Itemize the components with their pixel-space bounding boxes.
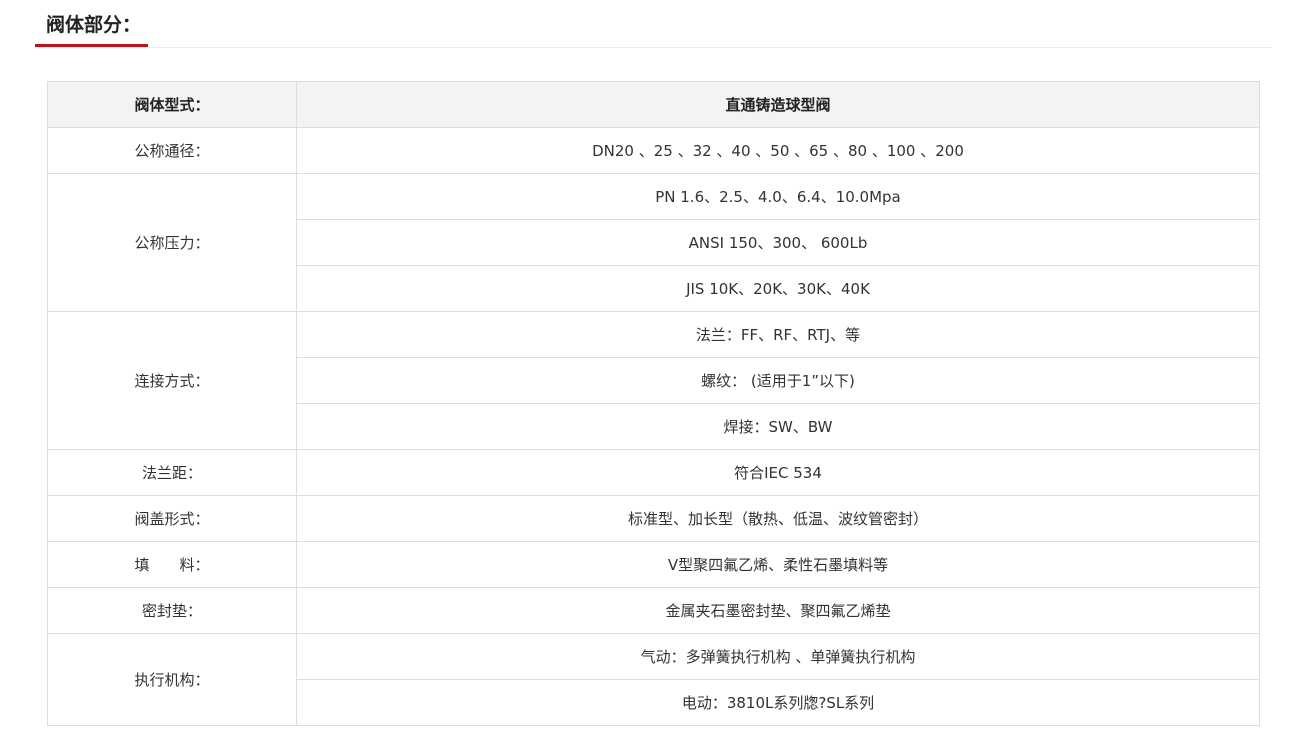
header-value-cell: 直通铸造球型阀 <box>296 81 1260 128</box>
row-value: 符合IEC 534 <box>296 449 1260 496</box>
row-value: 螺纹： (适用于1”以下) <box>296 357 1260 404</box>
row-value: DN20 、25 、32 、40 、50 、65 、80 、100 、200 <box>296 127 1260 174</box>
table-row: 密封垫： 金属夹石墨密封垫、聚四氟乙烯垫 <box>47 587 1260 634</box>
row-value: JIS 10K、20K、30K、40K <box>296 265 1260 312</box>
row-label-nominal-diameter: 公称通径： <box>47 127 297 174</box>
table-row: 法兰距： 符合IEC 534 <box>47 449 1260 496</box>
row-value: PN 1.6、2.5、4.0、6.4、10.0Mpa <box>296 173 1260 220</box>
row-value: 标准型、加长型（散热、低温、波纹管密封） <box>296 495 1260 542</box>
row-value: 法兰：FF、RF、RTJ、等 <box>296 311 1260 358</box>
row-value: 金属夹石墨密封垫、聚四氟乙烯垫 <box>296 587 1260 634</box>
row-label-connection-type: 连接方式： <box>47 311 297 450</box>
row-label-flange-distance: 法兰距： <box>47 449 297 496</box>
table-row: 阀盖形式： 标准型、加长型（散热、低温、波纹管密封） <box>47 495 1260 542</box>
row-value: V型聚四氟乙烯、柔性石墨填料等 <box>296 541 1260 588</box>
header-label-cell: 阀体型式： <box>47 81 297 128</box>
table-header-row: 阀体型式： 直通铸造球型阀 <box>47 81 1260 128</box>
row-label-packing: 填 料： <box>47 541 297 588</box>
table-row: 公称压力： PN 1.6、2.5、4.0、6.4、10.0Mpa <box>47 173 1260 312</box>
row-label-gasket: 密封垫： <box>47 587 297 634</box>
table-row: 执行机构： 气动：多弹簧执行机构 、单弹簧执行机构 <box>47 633 1260 726</box>
row-label-bonnet-type: 阀盖形式： <box>47 495 297 542</box>
table-row: 连接方式： 法兰：FF、RF、RTJ、等 <box>47 311 1260 450</box>
spec-table: 阀体型式： 直通铸造球型阀 公称通径： DN20 、25 、32 、40 、50… <box>47 81 1260 726</box>
table-row: 填 料： V型聚四氟乙烯、柔性石墨填料等 <box>47 541 1260 588</box>
row-value: 焊接：SW、BW <box>296 403 1260 450</box>
row-label-nominal-pressure: 公称压力： <box>47 173 297 312</box>
row-value: 气动：多弹簧执行机构 、单弹簧执行机构 <box>296 633 1260 680</box>
section-title: 阀体部分： <box>46 14 142 36</box>
title-underline <box>35 44 148 47</box>
section-header: 阀体部分： <box>35 0 1272 48</box>
row-value: 电动：3810L系列牎?SL系列 <box>296 679 1260 726</box>
table-row: 公称通径： DN20 、25 、32 、40 、50 、65 、80 、100 … <box>47 127 1260 174</box>
row-value: ANSI 150、300、 600Lb <box>296 219 1260 266</box>
row-label-actuator: 执行机构： <box>47 633 297 726</box>
